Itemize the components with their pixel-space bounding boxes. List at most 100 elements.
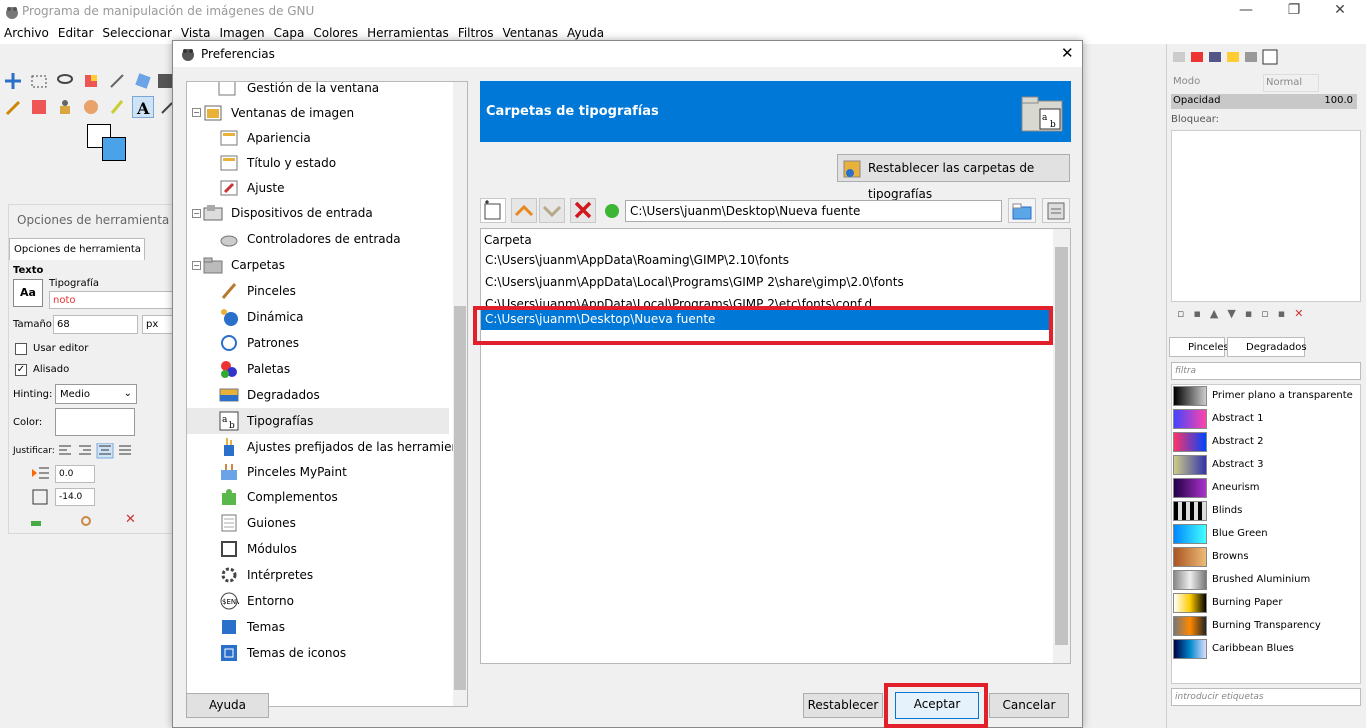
gradient-filter-input[interactable]: filtra	[1171, 362, 1361, 380]
reset-options-icon[interactable]: ✕	[125, 512, 136, 527]
reset-font-folders-button[interactable]: Restablecer las carpetas de tipografías	[837, 154, 1070, 201]
gradient-swatch[interactable]	[1173, 524, 1207, 544]
lasso-icon[interactable]	[56, 72, 74, 90]
menu-herramientas[interactable]: Herramientas	[363, 24, 454, 40]
font-label: Tipografía	[49, 278, 100, 289]
save-options-icon[interactable]	[29, 515, 43, 527]
move-tool-icon[interactable]	[4, 72, 22, 90]
gradient-swatch[interactable]	[1173, 386, 1207, 406]
page-title: Carpetas de tipografías	[486, 104, 659, 119]
menu-vista[interactable]: Vista	[177, 24, 216, 40]
text-color-button[interactable]	[55, 408, 135, 436]
gradient-swatch[interactable]	[1173, 547, 1207, 567]
move-up-button[interactable]	[511, 198, 537, 223]
layers-list[interactable]	[1171, 130, 1361, 302]
pencil-icon[interactable]	[4, 98, 22, 116]
indent-input[interactable]: 0.0	[55, 465, 95, 483]
menu-ventanas[interactable]: Ventanas	[498, 24, 563, 40]
restore-options-icon[interactable]	[79, 515, 93, 527]
tree-scrollbar[interactable]	[453, 82, 467, 706]
gradient-swatch[interactable]	[1173, 639, 1207, 659]
tab-brushes[interactable]: Pinceles	[1169, 337, 1229, 357]
crop-icon[interactable]	[108, 72, 126, 90]
unit-select[interactable]: px	[142, 315, 174, 334]
gradient-swatch[interactable]	[1173, 478, 1207, 498]
reset-button[interactable]: Restablecer	[803, 693, 883, 718]
justify-label: Justificar:	[13, 446, 55, 456]
gradient-swatch[interactable]	[1173, 593, 1207, 613]
menu-editar[interactable]: Editar	[54, 24, 99, 40]
gradient-swatch[interactable]	[1173, 616, 1207, 636]
font-input[interactable]: noto	[49, 291, 174, 309]
gradient-swatch[interactable]	[1173, 432, 1207, 452]
justify-buttons[interactable]	[57, 443, 137, 459]
layer-mode-select[interactable]: Normal	[1263, 74, 1319, 92]
list-item[interactable]: C:\Users\juanm\AppData\Local\Programs\GI…	[485, 272, 904, 292]
tab-tool-options[interactable]: Opciones de herramienta	[9, 238, 145, 260]
preferences-tree: Gestión de la ventana − Ventanas de imag…	[186, 81, 468, 707]
folder-open-icon	[1012, 203, 1032, 220]
transform-icon[interactable]	[134, 72, 152, 90]
menu-archivo[interactable]: Archivo	[0, 24, 54, 40]
text-tool-icon[interactable]: A	[132, 96, 154, 118]
help-button[interactable]: Ayuda	[186, 693, 269, 718]
dock-tabs-icon[interactable]	[1171, 48, 1281, 66]
gradient-swatch[interactable]	[1173, 501, 1207, 521]
eraser-icon[interactable]	[30, 98, 48, 116]
menu-filtros[interactable]: Filtros	[454, 24, 499, 40]
hinting-select[interactable]: Medio ⌄	[55, 384, 137, 404]
collapse-icon[interactable]: −	[192, 108, 201, 117]
maximize-icon[interactable]: ❐	[1274, 2, 1314, 22]
line-spacing-input[interactable]: -14.0	[55, 488, 95, 506]
size-label: Tamaño:	[13, 319, 56, 330]
browse-folder-button[interactable]	[1008, 198, 1036, 223]
size-input[interactable]: 68	[53, 315, 138, 334]
font-preview-icon[interactable]: Aa	[13, 279, 43, 307]
gradient-name: Blinds	[1212, 505, 1243, 516]
add-folder-button[interactable]	[480, 198, 506, 223]
reset-icon	[843, 160, 861, 178]
background-color[interactable]	[102, 137, 126, 161]
folder-path-input[interactable]: C:\Users\juanm\Desktop\Nueva fuente	[625, 200, 1002, 222]
list-scroll-thumb[interactable]	[1055, 247, 1068, 645]
fuzzy-select-icon[interactable]	[82, 72, 100, 90]
brushes-icon	[221, 283, 237, 299]
layer-actions-icons[interactable]: ▫▪▲▼▪▫▪✕	[1177, 307, 1357, 321]
svg-text:$ENV: $ENV	[222, 598, 239, 606]
dialog-close-icon[interactable]: ✕	[1061, 44, 1074, 62]
gradient-swatch[interactable]	[1173, 409, 1207, 429]
plugins-icon	[222, 489, 236, 505]
menu-ayuda[interactable]: Ayuda	[563, 24, 609, 40]
collapse-icon[interactable]: −	[192, 209, 201, 218]
paths-icon[interactable]	[108, 98, 126, 116]
environment-icon: $ENV	[220, 592, 239, 610]
menu-capa[interactable]: Capa	[270, 24, 310, 40]
gradient-swatch[interactable]	[1173, 570, 1207, 590]
cancel-button[interactable]: Cancelar	[989, 693, 1069, 718]
delete-folder-button[interactable]	[570, 198, 596, 223]
gradients-icon	[219, 388, 239, 402]
antialias-checkbox[interactable]: ✓	[15, 364, 27, 376]
dynamics-icon	[221, 309, 238, 326]
list-item[interactable]: C:\Users\juanm\AppData\Roaming\GIMP\2.10…	[485, 250, 789, 270]
move-down-button[interactable]	[539, 198, 565, 223]
tags-input[interactable]: introducir etiquetas	[1171, 688, 1361, 706]
opacity-slider[interactable]: Opacidad 100.0	[1171, 94, 1357, 109]
menu-imagen[interactable]: Imagen	[215, 24, 269, 40]
heal-icon[interactable]	[82, 98, 100, 116]
menu-colores[interactable]: Colores	[309, 24, 363, 40]
use-editor-checkbox[interactable]	[15, 343, 27, 355]
tab-gradients[interactable]: Degradados	[1227, 337, 1307, 357]
section-text: Texto	[13, 265, 44, 276]
filesystem-button[interactable]	[1042, 198, 1070, 223]
list-scrollbar[interactable]	[1053, 229, 1070, 663]
rect-select-icon[interactable]	[30, 72, 48, 90]
menu-seleccionar[interactable]: Seleccionar	[98, 24, 176, 40]
close-icon[interactable]: ✕	[1320, 2, 1360, 22]
collapse-icon[interactable]: −	[192, 261, 201, 270]
arrow-up-icon	[514, 204, 534, 217]
minimize-icon[interactable]: —	[1226, 2, 1266, 22]
tree-scroll-thumb[interactable]	[454, 306, 466, 690]
gradient-swatch[interactable]	[1173, 455, 1207, 475]
clone-icon[interactable]	[56, 98, 74, 116]
